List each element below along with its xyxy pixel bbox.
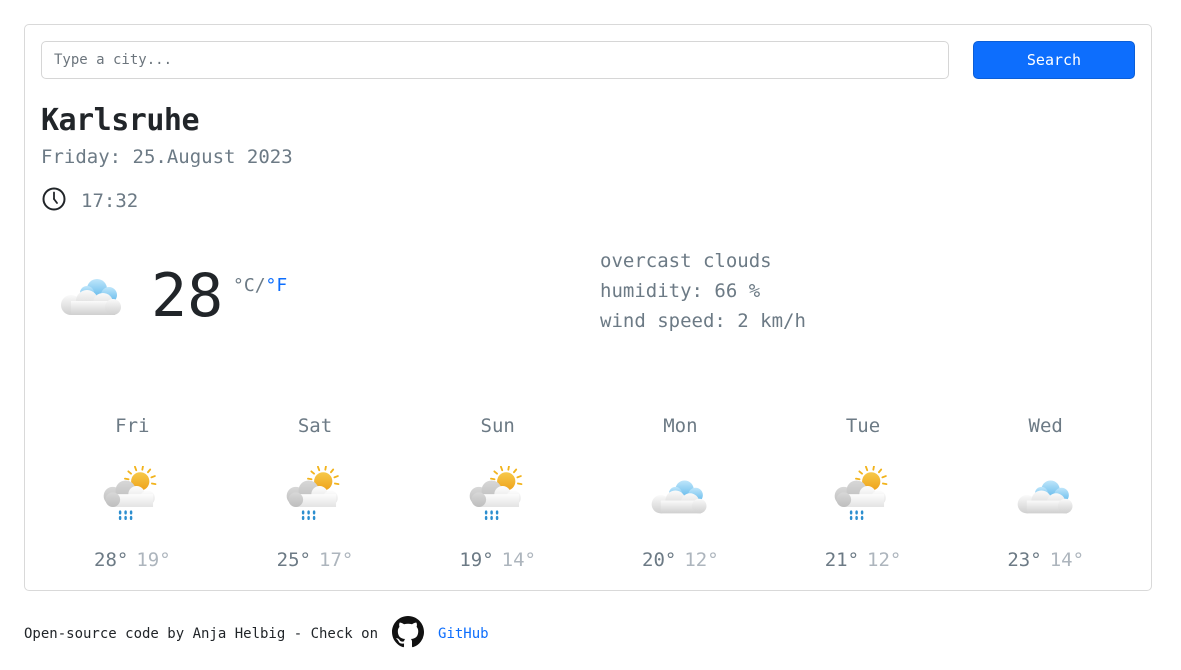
forecast-day-name: Sun [480,415,515,437]
forecast-day: Sat 25° 17° [224,415,407,571]
forecast-day-name: Sat [297,415,333,437]
forecast-min-temp: 14° [501,549,536,571]
forecast-min-temp: 12° [684,549,719,571]
forecast-temps: 23° 14° [954,549,1137,571]
rain-sun-icon [224,451,407,541]
rain-sun-icon [406,451,589,541]
forecast-min-temp: 14° [1049,549,1085,571]
forecast-temps: 25° 17° [224,549,407,571]
rain-sun-icon [41,451,224,541]
forecast-temps: 19° 14° [406,549,589,571]
forecast-min-temp: 12° [867,549,902,571]
current-temperature: 28 [151,261,224,331]
city-name: Karlsruhe [41,103,200,138]
overcast-clouds-icon [589,451,772,541]
forecast-temps: 21° 12° [772,549,955,571]
unit-separator: / [254,275,266,296]
overcast-clouds-icon [57,271,127,325]
forecast-temps: 28° 19° [41,549,224,571]
github-icon[interactable] [392,616,425,652]
rain-sun-icon [772,451,955,541]
humidity: humidity: 66 % [600,280,761,302]
forecast-day-name: Mon [663,415,698,437]
forecast-day-name: Wed [1028,415,1063,437]
search-button[interactable]: Search [973,41,1135,79]
forecast-day-name: Fri [115,415,150,437]
forecast-day: Sun 19° 14° [406,415,589,571]
forecast-max-temp: 21° [824,549,860,571]
unit-celsius[interactable]: °C [233,275,255,296]
forecast-row: Fri 28° 19° Sat 25° 17° Sun 19° 14° Mon 20° 12° Tue 2… [41,415,1137,571]
forecast-min-temp: 17° [319,549,354,571]
current-time: 17:32 [81,190,139,212]
forecast-max-temp: 20° [642,549,677,571]
forecast-day: Fri 28° 19° [41,415,224,571]
weather-card: Search Karlsruhe Friday: 25.August 2023 … [24,24,1152,591]
footer: Open-source code by Anja Helbig - Check … [24,616,489,652]
weather-details: overcast clouds humidity: 66 % wind spee… [600,246,806,336]
unit-toggle: °C/°F [233,275,287,296]
forecast-day: Wed 23° 14° [954,415,1137,571]
forecast-temps: 20° 12° [589,549,772,571]
github-link[interactable]: GitHub [438,626,489,642]
forecast-max-temp: 23° [1007,549,1042,571]
city-search-input[interactable] [41,41,949,79]
forecast-max-temp: 25° [276,549,311,571]
time-row: 17:32 [41,186,138,216]
forecast-day: Tue 21° 12° [772,415,955,571]
footer-text: Open-source code by Anja Helbig - Check … [24,626,379,642]
forecast-max-temp: 19° [459,549,494,571]
forecast-min-temp: 19° [136,549,171,571]
weather-description: overcast clouds [600,250,772,272]
forecast-max-temp: 28° [94,549,129,571]
overcast-clouds-icon [954,451,1137,541]
clock-icon [41,186,67,216]
forecast-day-name: Tue [845,415,881,437]
wind-speed: wind speed: 2 km/h [600,310,806,332]
forecast-day: Mon 20° 12° [589,415,772,571]
current-date: Friday: 25.August 2023 [41,146,293,168]
unit-fahrenheit-link[interactable]: °F [266,275,288,296]
